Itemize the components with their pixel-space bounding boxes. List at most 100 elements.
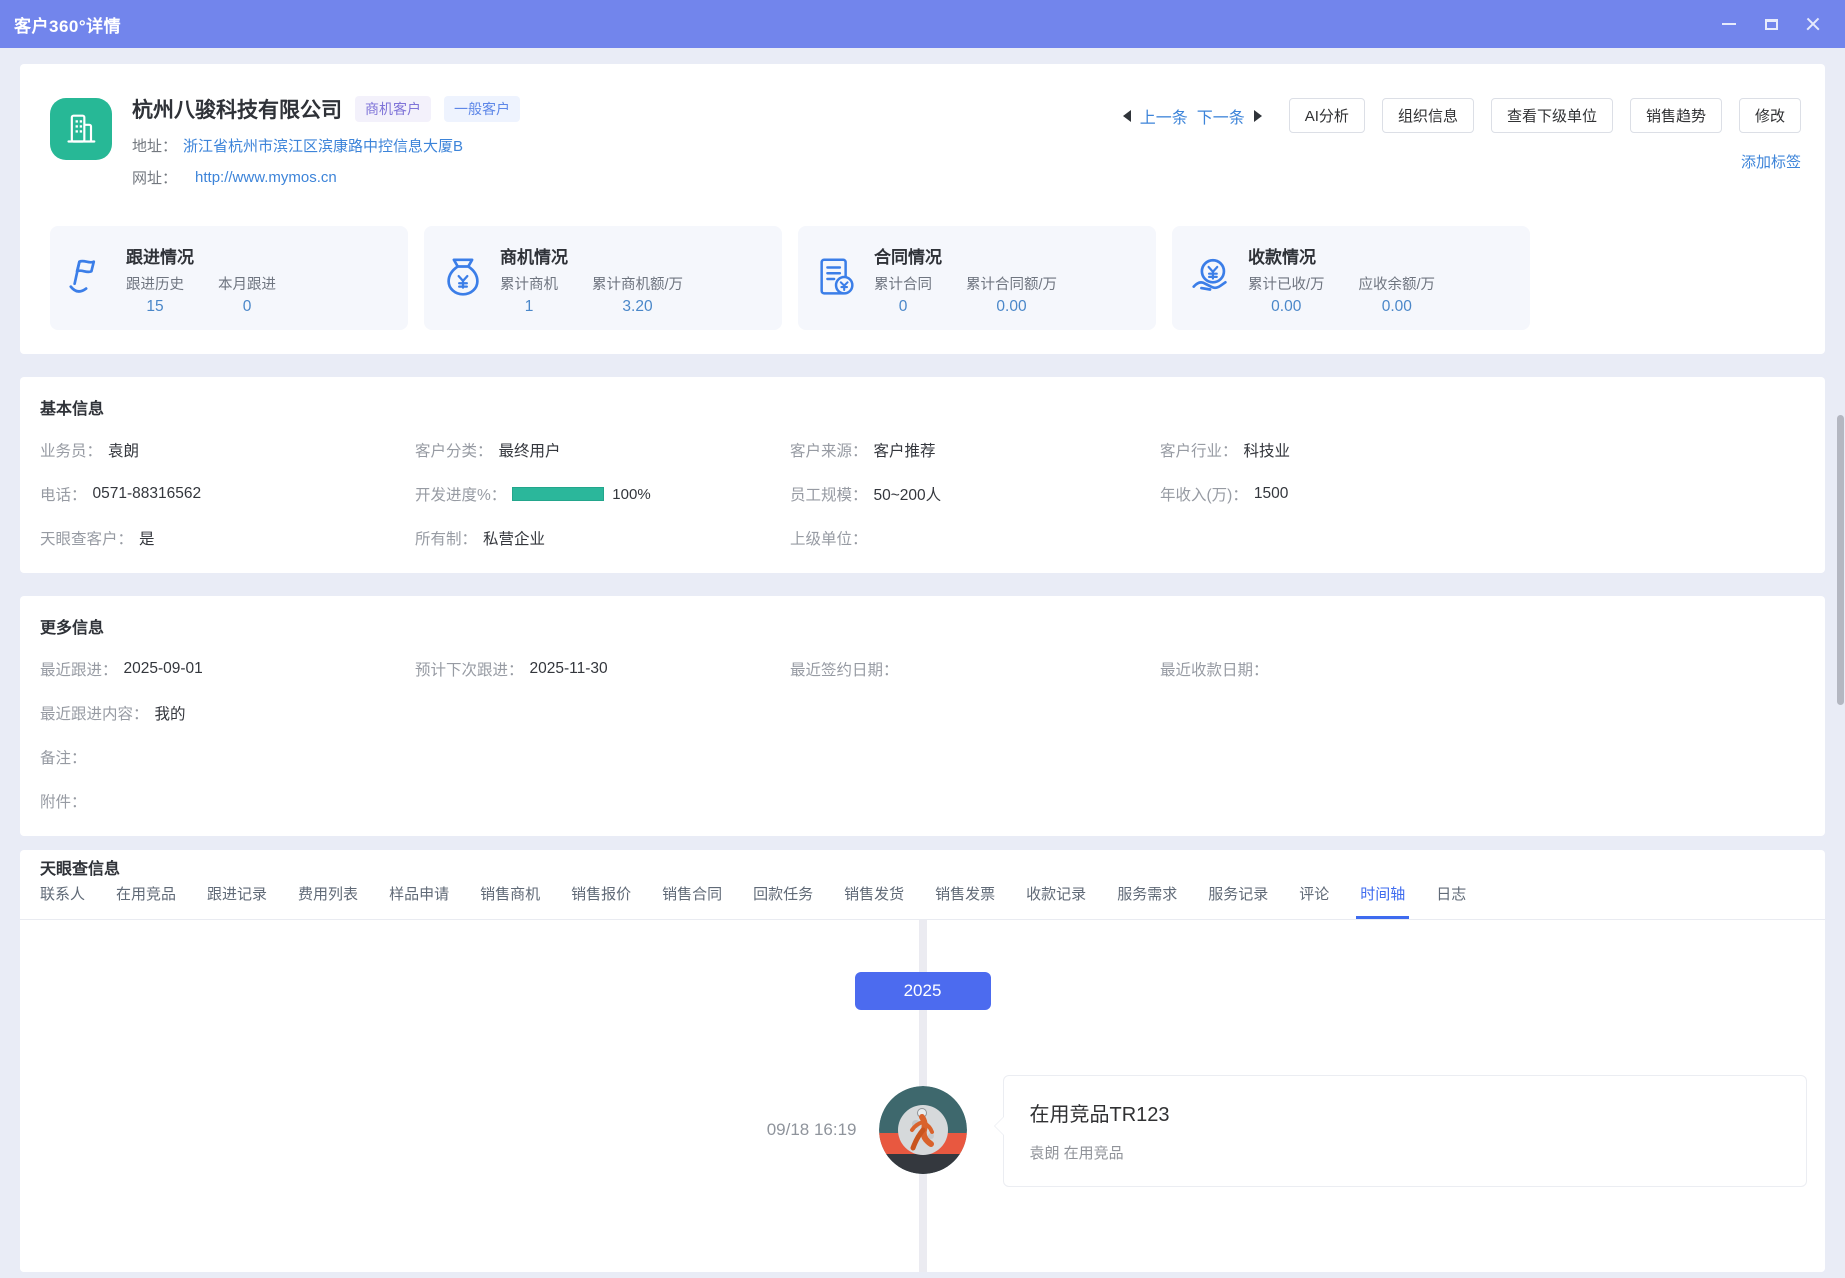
- edit-button[interactable]: 修改: [1739, 98, 1801, 133]
- next-record-link[interactable]: 下一条: [1197, 104, 1245, 128]
- tab-service-records[interactable]: 服务记录: [1208, 883, 1268, 919]
- phone-label: 电话：: [40, 483, 87, 505]
- more-info-heading: 更多信息: [40, 614, 1805, 638]
- sales-trend-button[interactable]: 销售趋势: [1630, 98, 1722, 133]
- detail-tab-bar: 联系人 在用竞品 跟进记录 费用列表 样品申请 销售商机 销售报价 销售合同 回…: [20, 876, 1825, 920]
- next-follow-value: 2025-11-30: [530, 660, 608, 678]
- tab-competitors[interactable]: 在用竞品: [116, 883, 176, 919]
- ai-analysis-button[interactable]: AI分析: [1289, 98, 1365, 133]
- tab-invoices[interactable]: 销售发票: [935, 883, 995, 919]
- progress-percent: 100%: [612, 486, 650, 503]
- address-link[interactable]: 浙江省杭州市滨江区滨康路中控信息大厦B: [183, 135, 463, 156]
- company-avatar: [50, 98, 112, 160]
- tab-contacts[interactable]: 联系人: [40, 883, 85, 919]
- stat-value: 0.00: [1382, 298, 1412, 316]
- phone-value: 0571-88316562: [93, 485, 202, 503]
- tianyancha-heading: 天眼查信息: [40, 859, 1805, 876]
- close-button[interactable]: [1803, 14, 1823, 34]
- staff-label: 员工规模：: [790, 483, 868, 505]
- timeline-year-badge: 2025: [855, 972, 991, 1010]
- last-follow-label: 最近跟进：: [40, 658, 118, 680]
- money-bag-icon: [440, 255, 486, 301]
- prev-record-link[interactable]: 上一条: [1140, 104, 1188, 128]
- remark-label: 备注：: [40, 746, 87, 768]
- stat-card-payment: 收款情况 累计已收/万0.00 应收余额/万0.00: [1172, 226, 1530, 330]
- stat-title: 合同情况: [874, 243, 1057, 268]
- address-label: 地址：: [132, 135, 177, 156]
- tab-service-needs[interactable]: 服务需求: [1117, 883, 1177, 919]
- stat-value: 0: [899, 298, 908, 316]
- website-row: 网址： http://www.mymos.cn: [132, 167, 1123, 188]
- stat-label: 应收余额/万: [1359, 273, 1436, 294]
- maximize-button[interactable]: [1761, 14, 1781, 34]
- tab-payment-tasks[interactable]: 回款任务: [753, 883, 813, 919]
- tab-quotes[interactable]: 销售报价: [571, 883, 631, 919]
- tab-sample-requests[interactable]: 样品申请: [389, 883, 449, 919]
- stat-title: 跟进情况: [126, 243, 276, 268]
- arrow-right-icon[interactable]: [1254, 110, 1262, 122]
- tab-receipts[interactable]: 收款记录: [1026, 883, 1086, 919]
- contract-icon: [814, 255, 860, 301]
- record-nav: 上一条 下一条: [1123, 104, 1262, 128]
- timeline-panel: 2025 09/18 16:19 在用竞品TR: [20, 920, 1825, 1272]
- tab-opportunities[interactable]: 销售商机: [480, 883, 540, 919]
- arrow-left-icon[interactable]: [1123, 110, 1131, 122]
- org-info-button[interactable]: 组织信息: [1382, 98, 1474, 133]
- building-icon: [61, 109, 101, 149]
- last-receipt-label: 最近收款日期：: [1160, 658, 1269, 680]
- last-sign-label: 最近签约日期：: [790, 658, 899, 680]
- tianyancha-label: 天眼查客户：: [40, 527, 133, 549]
- basic-info-heading: 基本信息: [40, 395, 1805, 419]
- stat-value: 0.00: [996, 298, 1026, 316]
- website-label: 网址：: [132, 167, 177, 188]
- stat-value: 0: [243, 298, 252, 316]
- detail-tabs-card: 天眼查信息 联系人 在用竞品 跟进记录 费用列表 样品申请 销售商机 销售报价 …: [20, 850, 1825, 1272]
- stat-card-contract: 合同情况 累计合同0 累计合同额/万0.00: [798, 226, 1156, 330]
- website-link[interactable]: http://www.mymos.cn: [195, 169, 337, 186]
- add-tag-link[interactable]: 添加标签: [1741, 151, 1801, 172]
- timeline-entry-date: 09/18 16:19: [767, 1120, 857, 1140]
- source-value: 客户推荐: [874, 439, 936, 461]
- last-follow-value: 2025-09-01: [124, 660, 203, 678]
- salesman-value: 袁朗: [108, 439, 139, 461]
- customer-tag-opportunity: 商机客户: [355, 96, 431, 122]
- next-follow-label: 预计下次跟进：: [415, 658, 524, 680]
- revenue-value: 1500: [1254, 485, 1288, 503]
- progress-bar: 100%: [512, 486, 650, 503]
- ownership-value: 私营企业: [483, 527, 545, 549]
- tab-contracts[interactable]: 销售合同: [662, 883, 722, 919]
- attachment-label: 附件：: [40, 790, 87, 812]
- stat-label: 本月跟进: [218, 273, 276, 294]
- tab-comments[interactable]: 评论: [1299, 883, 1329, 919]
- staff-value: 50~200人: [874, 483, 942, 505]
- category-label: 客户分类：: [415, 439, 493, 461]
- progress-fill: [512, 487, 604, 501]
- stat-title: 收款情况: [1248, 243, 1435, 268]
- salesman-label: 业务员：: [40, 439, 102, 461]
- tab-follow-records[interactable]: 跟进记录: [207, 883, 267, 919]
- follow-content-value: 我的: [155, 702, 186, 724]
- stat-title: 商机情况: [500, 243, 683, 268]
- tab-expenses[interactable]: 费用列表: [298, 883, 358, 919]
- industry-value: 科技业: [1244, 439, 1291, 461]
- ownership-label: 所有制：: [415, 527, 477, 549]
- stat-cards-row: 跟进情况 跟进历史15 本月跟进0 商机情况 累计商机1 累计商机额/万: [50, 226, 1801, 330]
- timeline-entry-card[interactable]: 在用竞品TR123 袁朗 在用竞品: [1003, 1075, 1808, 1187]
- tab-timeline[interactable]: 时间轴: [1360, 883, 1405, 919]
- follow-flag-icon: [66, 255, 112, 301]
- minimize-button[interactable]: [1719, 14, 1739, 34]
- view-subunits-button[interactable]: 查看下级单位: [1491, 98, 1613, 133]
- stat-value: 1: [525, 298, 534, 316]
- customer-tag-normal: 一般客户: [444, 96, 520, 122]
- address-row: 地址： 浙江省杭州市滨江区滨康路中控信息大厦B: [132, 135, 1123, 156]
- vertical-scrollbar-thumb[interactable]: [1837, 415, 1844, 705]
- stat-label: 跟进历史: [126, 273, 184, 294]
- tianyancha-value: 是: [139, 527, 155, 549]
- stat-value: 0.00: [1271, 298, 1301, 316]
- tab-logs[interactable]: 日志: [1436, 883, 1466, 919]
- tab-shipments[interactable]: 销售发货: [844, 883, 904, 919]
- industry-label: 客户行业：: [1160, 439, 1238, 461]
- parent-unit-label: 上级单位：: [790, 527, 868, 549]
- maximize-icon: [1765, 19, 1778, 30]
- source-label: 客户来源：: [790, 439, 868, 461]
